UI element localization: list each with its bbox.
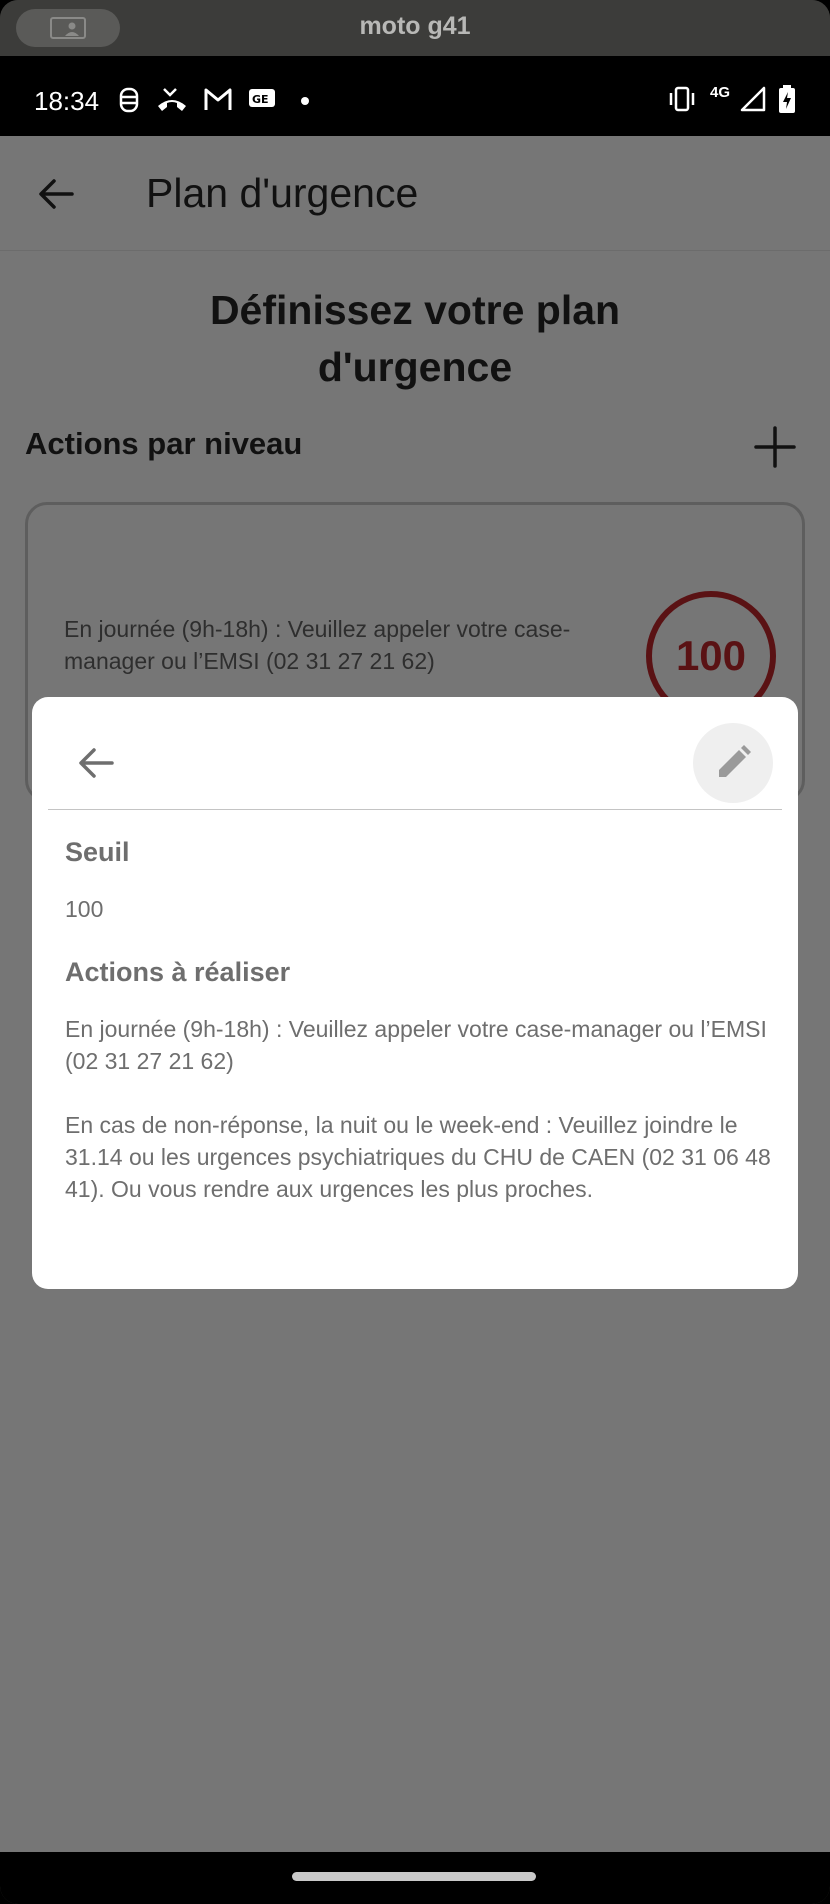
status-bar: 18:34 GE 4G <box>0 56 830 136</box>
device-title: moto g41 <box>359 12 471 40</box>
threshold-label: Seuil <box>65 837 130 867</box>
device-frame: moto g41 18:34 GE 4G Plan d'urgence Défi… <box>0 0 830 1904</box>
app-screen: Plan d'urgence Définissez votre plan d'u… <box>0 136 830 1852</box>
data-saver-icon <box>119 87 139 113</box>
actions-label: Actions à réaliser <box>65 957 291 987</box>
news-icon: GE <box>249 89 275 107</box>
add-icon[interactable] <box>752 424 798 470</box>
device-title-bar: moto g41 <box>0 0 830 56</box>
level-card-text: En journée (9h-18h) : Veuillez appeler v… <box>64 616 571 674</box>
dot-icon <box>301 97 309 105</box>
home-indicator[interactable] <box>292 1872 536 1881</box>
action-item-1: En journée (9h-18h) : Veuillez appeler v… <box>65 1016 767 1074</box>
svg-text:GE: GE <box>252 93 269 106</box>
back-arrow-icon[interactable] <box>34 172 78 216</box>
battery-charging-icon <box>779 85 795 113</box>
navigation-bar <box>0 1852 830 1904</box>
vibrate-icon <box>669 86 695 112</box>
gmail-icon <box>204 88 232 110</box>
back-arrow-icon[interactable] <box>74 741 118 785</box>
status-time: 18:34 <box>34 86 100 116</box>
pencil-icon <box>719 745 751 777</box>
threshold-value: 100 <box>65 896 104 922</box>
action-item-2: En cas de non-réponse, la nuit ou le wee… <box>65 1112 771 1202</box>
dialog-divider <box>48 809 782 810</box>
page-heading-line-2: d'urgence <box>317 344 513 390</box>
missed-call-icon <box>158 88 186 111</box>
edit-button[interactable] <box>693 723 773 803</box>
page-heading: Définissez votre plan d'urgence <box>0 282 830 396</box>
level-detail-dialog: Seuil 100 Actions à réaliser En journée … <box>32 697 798 1289</box>
page-heading-line-1: Définissez votre plan <box>209 287 621 333</box>
app-title: Plan d'urgence <box>146 170 419 216</box>
network-type: 4G <box>710 84 731 101</box>
signal-icon <box>740 86 766 112</box>
app-bar: Plan d'urgence <box>0 136 830 251</box>
section-title: Actions par niveau <box>25 426 303 461</box>
